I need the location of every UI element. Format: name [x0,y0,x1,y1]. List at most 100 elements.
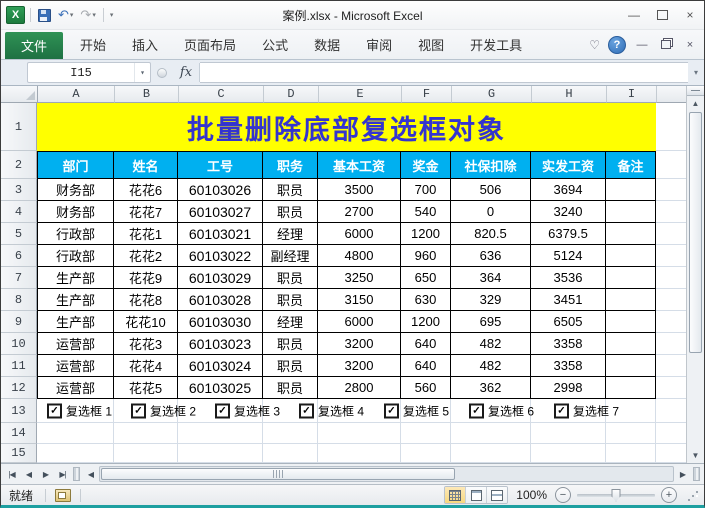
maximize-window-button[interactable] [648,5,676,25]
grid-cell[interactable] [114,444,178,463]
table-cell[interactable]: 60103024 [178,355,263,377]
form-checkbox-5[interactable]: ✓复选框 5 [384,403,449,420]
table-cell[interactable]: 60103026 [178,179,263,201]
row-header-7[interactable]: 7 [1,267,37,289]
table-cell[interactable] [606,179,656,201]
vertical-split-handle[interactable] [687,86,704,96]
grid-filler[interactable] [656,333,686,355]
table-cell[interactable] [606,289,656,311]
scroll-up-button[interactable]: ▲ [687,96,704,111]
checkbox-icon[interactable]: ✓ [47,404,62,419]
table-cell[interactable]: 行政部 [37,245,114,267]
heart-icon[interactable]: ♡ [589,38,600,52]
table-cell[interactable]: 60103023 [178,333,263,355]
column-header-I[interactable]: I [607,86,657,103]
table-cell[interactable]: 花花2 [114,245,178,267]
formula-bar-expand-button[interactable]: ▾ [688,68,704,77]
column-header-H[interactable]: H [532,86,607,103]
table-cell[interactable]: 3358 [531,355,606,377]
formula-input[interactable] [200,62,688,83]
redo-button[interactable]: ↷▾ [78,9,97,21]
last-sheet-button[interactable]: ▶| [54,466,71,482]
table-cell[interactable]: 3240 [531,201,606,223]
table-cell[interactable]: 生产部 [37,311,114,333]
ribbon-tab-3[interactable]: 插入 [119,30,171,59]
grid-cell[interactable] [606,444,656,463]
table-cell[interactable]: 60103027 [178,201,263,223]
grid-cell[interactable] [401,423,451,444]
grid-cell[interactable] [114,423,178,444]
ribbon-tab-1[interactable]: 文件 [5,32,63,59]
table-cell[interactable]: 职员 [263,267,318,289]
table-cell[interactable]: 2800 [318,377,401,399]
table-cell[interactable]: 花花9 [114,267,178,289]
grid-filler[interactable] [656,423,686,444]
table-cell[interactable]: 职员 [263,201,318,223]
vertical-scrollbar[interactable]: ▲ ▼ [686,86,704,463]
table-cell[interactable]: 540 [401,201,451,223]
table-cell[interactable]: 运营部 [37,333,114,355]
table-cell[interactable] [606,355,656,377]
table-header-cell[interactable]: 奖金 [401,151,451,179]
table-cell[interactable] [606,377,656,399]
select-all-corner[interactable] [1,86,38,103]
table-cell[interactable]: 640 [401,355,451,377]
form-checkbox-7[interactable]: ✓复选框 7 [554,403,619,420]
scroll-down-button[interactable]: ▼ [687,448,704,463]
table-cell[interactable]: 3451 [531,289,606,311]
grid-filler[interactable] [656,223,686,245]
table-cell[interactable]: 花花10 [114,311,178,333]
grid-filler[interactable] [656,267,686,289]
grid-filler[interactable] [656,103,686,151]
insert-function-button[interactable]: fx [173,63,200,82]
row-header-11[interactable]: 11 [1,355,37,377]
grid-filler[interactable] [656,201,686,223]
row-header-12[interactable]: 12 [1,377,37,399]
row-header-1[interactable]: 1 [1,103,37,151]
checkbox-icon[interactable]: ✓ [384,404,399,419]
grid-cell[interactable] [178,444,263,463]
table-cell[interactable]: 花花3 [114,333,178,355]
table-cell[interactable]: 3150 [318,289,401,311]
grid-filler[interactable] [656,377,686,399]
table-cell[interactable]: 695 [451,311,531,333]
row-header-13[interactable]: 13 [1,399,37,423]
table-cell[interactable]: 行政部 [37,223,114,245]
vertical-scroll-track[interactable] [687,111,704,448]
table-cell[interactable]: 820.5 [451,223,531,245]
table-cell[interactable]: 花花8 [114,289,178,311]
grid-filler[interactable] [656,289,686,311]
table-cell[interactable] [606,333,656,355]
form-checkbox-2[interactable]: ✓复选框 2 [131,403,196,420]
table-cell[interactable]: 482 [451,333,531,355]
resize-grip[interactable] [687,489,700,502]
column-header-D[interactable]: D [264,86,319,103]
table-cell[interactable]: 364 [451,267,531,289]
table-cell[interactable]: 60103028 [178,289,263,311]
ribbon-tab-9[interactable]: 开发工具 [457,30,535,59]
table-cell[interactable]: 5124 [531,245,606,267]
grid-cell[interactable] [178,423,263,444]
table-cell[interactable]: 6000 [318,223,401,245]
customize-qat-button[interactable]: ▾ [110,11,114,19]
workbook-restore-button[interactable] [658,38,674,52]
name-box-dropdown[interactable]: ▾ [134,63,150,82]
row-header-5[interactable]: 5 [1,223,37,245]
table-cell[interactable]: 6379.5 [531,223,606,245]
column-header-F[interactable]: F [402,86,452,103]
grid-filler[interactable] [656,179,686,201]
horizontal-split-handle[interactable] [693,467,700,481]
grid-cell[interactable] [318,423,401,444]
table-header-cell[interactable]: 备注 [606,151,656,179]
tab-split-handle[interactable] [73,467,80,481]
grid-filler[interactable] [656,355,686,377]
table-header-cell[interactable]: 部门 [37,151,114,179]
ribbon-tab-8[interactable]: 视图 [405,30,457,59]
table-cell[interactable]: 2998 [531,377,606,399]
column-header-B[interactable]: B [115,86,179,103]
table-cell[interactable] [606,201,656,223]
ribbon-tab-2[interactable]: 开始 [67,30,119,59]
table-header-cell[interactable]: 基本工资 [318,151,401,179]
table-cell[interactable]: 1200 [401,311,451,333]
undo-button[interactable]: ↶▾ [56,9,75,21]
